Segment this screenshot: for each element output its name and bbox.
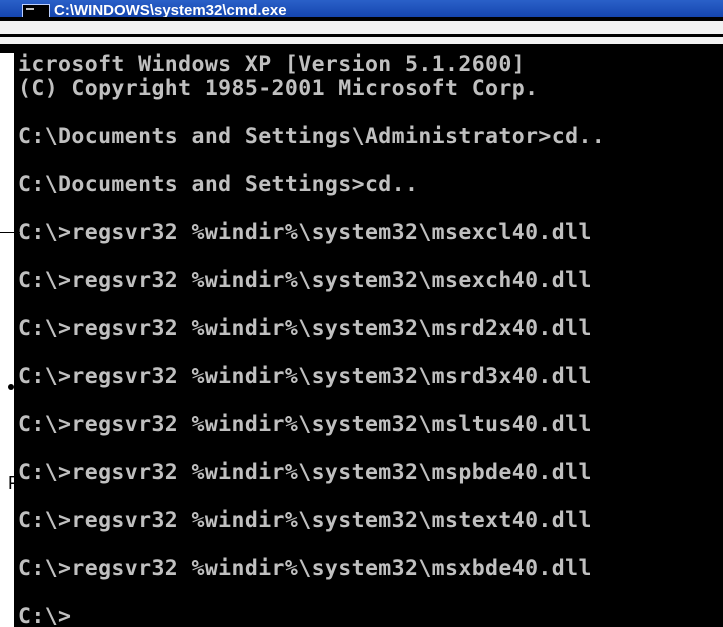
console-line: C:\Documents and Settings>cd.. <box>18 172 419 197</box>
console-line: (C) Copyright 1985-2001 Microsoft Corp. <box>18 76 539 101</box>
console-line: C:\>regsvr32 %windir%\system32\msxbde40.… <box>18 556 592 581</box>
console-output[interactable]: icrosoft Windows XP [Version 5.1.2600] (C… <box>18 53 723 627</box>
console-line: C:\>regsvr32 %windir%\system32\msrd3x40.… <box>18 364 592 389</box>
console-line: C:\Documents and Settings\Administrator>… <box>18 124 606 149</box>
console-line: C:\>regsvr32 %windir%\system32\msexch40.… <box>18 268 592 293</box>
window-frame-gap-2 <box>0 37 723 44</box>
annotation-line <box>0 232 20 233</box>
console-line: C:\> <box>18 604 72 627</box>
console-line: C:\>regsvr32 %windir%\system32\msltus40.… <box>18 412 592 437</box>
annotation-bullet <box>8 384 14 390</box>
window-frame-gap <box>0 21 723 34</box>
console-line: C:\>regsvr32 %windir%\system32\mstext40.… <box>18 508 592 533</box>
command-prompt-window[interactable]: C:\WINDOWS\system32\cmd.exe icrosoft Win… <box>0 0 723 627</box>
console-line: C:\>regsvr32 %windir%\system32\mspbde40.… <box>18 460 592 485</box>
console-line: icrosoft Windows XP [Version 5.1.2600] <box>18 52 526 77</box>
window-left-edge <box>0 53 14 627</box>
annotation-letter: F <box>8 473 19 493</box>
console-line: C:\>regsvr32 %windir%\system32\msrd2x40.… <box>18 316 592 341</box>
console-line: C:\>regsvr32 %windir%\system32\msexcl40.… <box>18 220 592 245</box>
